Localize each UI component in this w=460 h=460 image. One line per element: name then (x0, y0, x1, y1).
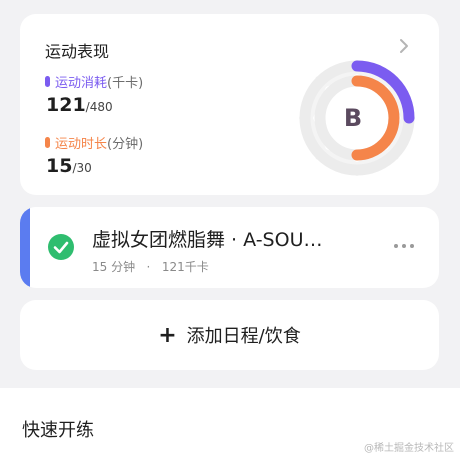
performance-title: 运动表现 (45, 42, 110, 61)
workout-calories: 121千卡 (161, 260, 209, 274)
workout-separator: · (146, 260, 151, 274)
duration-value: 15/30 (46, 155, 92, 177)
watermark: @稀土掘金技术社区 (364, 443, 454, 454)
duration-unit: (分钟) (107, 137, 144, 152)
calories-label: 运动消耗 (千卡) (45, 72, 143, 91)
check-circle-icon[interactable] (48, 234, 74, 260)
calories-value: 121/480 (46, 94, 113, 116)
performance-card[interactable]: 运动表现 运动消耗 (千卡) 121/480 运动时长 (分钟) 15/30 B (20, 14, 439, 195)
workout-accent-bar (20, 207, 30, 288)
progress-ring: B (299, 60, 415, 176)
calories-label-text: 运动消耗 (55, 76, 108, 91)
add-schedule-button[interactable]: + 添加日程/饮食 (20, 300, 439, 370)
duration-label-text: 运动时长 (55, 137, 108, 152)
duration-target: /30 (72, 161, 92, 175)
more-options-icon[interactable] (394, 244, 414, 248)
calories-current: 121 (46, 94, 86, 116)
add-schedule-label: 添加日程/饮食 (186, 326, 301, 347)
calories-dot (45, 76, 50, 87)
workout-title[interactable]: 虚拟女团燃脂舞 · A-SOU… (92, 225, 322, 252)
calories-target: /480 (85, 100, 113, 114)
workout-duration: 15 分钟 (92, 260, 136, 274)
quick-start-title: 快速开练 (22, 420, 94, 441)
quick-start-section: 快速开练 @稀土掘金技术社区 (0, 388, 460, 460)
chevron-right-icon[interactable] (397, 36, 411, 56)
calories-unit: (千卡) (107, 76, 144, 91)
workout-meta: 15 分钟 · 121千卡 (92, 258, 209, 275)
duration-label: 运动时长 (分钟) (45, 133, 143, 152)
duration-current: 15 (46, 155, 73, 177)
duration-dot (45, 137, 50, 148)
grade-letter: B (344, 104, 362, 132)
plus-icon: + (158, 322, 177, 348)
workout-card[interactable]: 虚拟女团燃脂舞 · A-SOU… 15 分钟 · 121千卡 (20, 207, 439, 288)
